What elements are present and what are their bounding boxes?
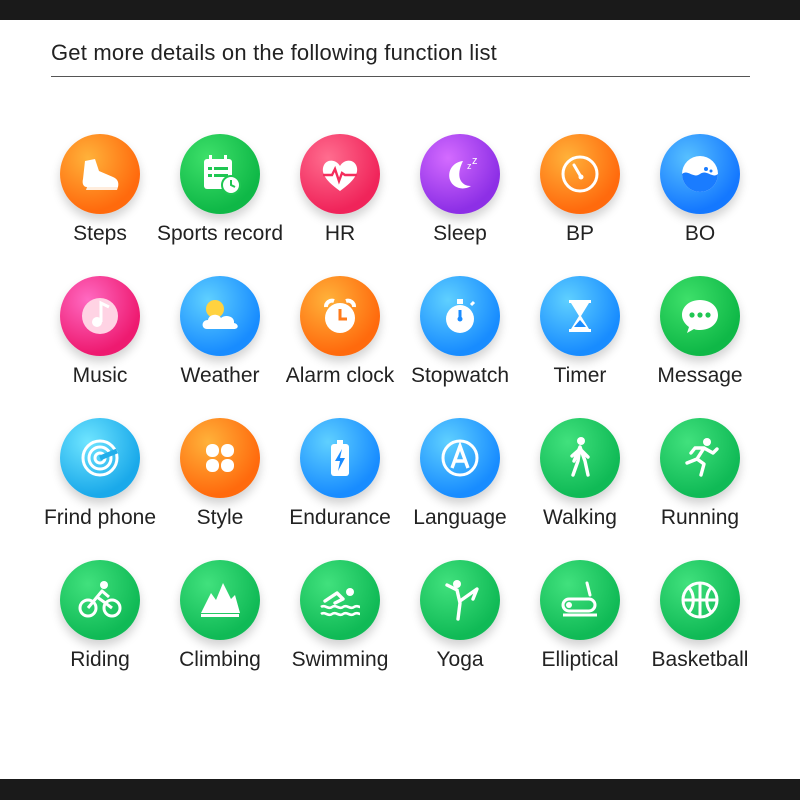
svg-text:z: z [472, 155, 478, 167]
swimmer-icon [300, 560, 380, 640]
function-label: Swimming [291, 648, 389, 671]
function-item-hr[interactable]: HR [280, 134, 400, 276]
basketball-icon [660, 560, 740, 640]
bottom-bar [0, 779, 800, 800]
function-item-yoga[interactable]: Yoga [400, 560, 520, 702]
function-item-timer[interactable]: Timer [520, 276, 640, 418]
function-item-steps[interactable]: Steps [40, 134, 160, 276]
chat-bubble-icon [660, 276, 740, 356]
function-label: Running [660, 506, 740, 529]
function-label: HR [324, 222, 356, 245]
blood-oxygen-icon [660, 134, 740, 214]
function-item-find-phone[interactable]: Frind phone [40, 418, 160, 560]
alarm-clock-icon [300, 276, 380, 356]
function-label: Walking [543, 506, 617, 529]
function-label: Riding [70, 648, 130, 671]
stopwatch-icon [420, 276, 500, 356]
function-label: Weather [180, 364, 260, 387]
function-item-stopwatch[interactable]: Stopwatch [400, 276, 520, 418]
function-label: Language [413, 506, 507, 529]
page-title: Get more details on the following functi… [51, 40, 497, 65]
function-item-language[interactable]: Language [400, 418, 520, 560]
function-label: Stopwatch [410, 364, 510, 387]
function-item-elliptical[interactable]: Elliptical [520, 560, 640, 702]
letter-a-icon [420, 418, 500, 498]
clover-icon [180, 418, 260, 498]
function-item-riding[interactable]: Riding [40, 560, 160, 702]
function-item-bp[interactable]: BP [520, 134, 640, 276]
function-item-sports-record[interactable]: Sports record [156, 134, 284, 276]
function-label: Frind phone [43, 506, 157, 529]
function-label: Elliptical [541, 648, 619, 671]
function-item-alarm-clock[interactable]: Alarm clock [280, 276, 400, 418]
sun-cloud-icon [180, 276, 260, 356]
function-item-sleep[interactable]: zz Sleep [400, 134, 520, 276]
yoga-pose-icon [420, 560, 500, 640]
function-label: Endurance [289, 506, 391, 529]
function-label: Style [196, 506, 244, 529]
function-label: Alarm clock [285, 364, 395, 387]
gauge-icon [540, 134, 620, 214]
hourglass-icon [540, 276, 620, 356]
function-label: Steps [73, 222, 127, 245]
function-item-climbing[interactable]: Climbing [160, 560, 280, 702]
function-item-running[interactable]: Running [640, 418, 760, 560]
heart-rate-icon [300, 134, 380, 214]
function-item-basketball[interactable]: Basketball [640, 560, 760, 702]
music-note-icon [60, 276, 140, 356]
function-label: Music [72, 364, 128, 387]
function-item-message[interactable]: Message [640, 276, 760, 418]
function-label: Sports record [156, 222, 284, 245]
function-label: Timer [553, 364, 607, 387]
function-label: BO [684, 222, 716, 245]
function-item-bo[interactable]: BO [640, 134, 760, 276]
function-item-weather[interactable]: Weather [160, 276, 280, 418]
function-item-music[interactable]: Music [40, 276, 160, 418]
function-label: Climbing [179, 648, 261, 671]
mountain-icon [180, 560, 260, 640]
elliptical-machine-icon [540, 560, 620, 640]
function-item-swimming[interactable]: Swimming [280, 560, 400, 702]
function-label: BP [565, 222, 594, 245]
title-divider [51, 76, 750, 77]
shoe-icon [60, 134, 140, 214]
function-label: Basketball [651, 648, 749, 671]
function-label: Sleep [433, 222, 487, 245]
function-item-endurance[interactable]: Endurance [280, 418, 400, 560]
function-label: Yoga [436, 648, 484, 671]
function-grid: Steps Sports record HR zz Sleep BP BO Mu… [40, 134, 760, 702]
radar-icon [60, 418, 140, 498]
top-bar [0, 0, 800, 20]
cyclist-icon [60, 560, 140, 640]
function-item-walking[interactable]: Walking [520, 418, 640, 560]
battery-icon [300, 418, 380, 498]
function-item-style[interactable]: Style [160, 418, 280, 560]
walking-person-icon [540, 418, 620, 498]
running-person-icon [660, 418, 740, 498]
calendar-record-icon [180, 134, 260, 214]
moon-sleep-icon: zz [420, 134, 500, 214]
function-label: Message [657, 364, 743, 387]
